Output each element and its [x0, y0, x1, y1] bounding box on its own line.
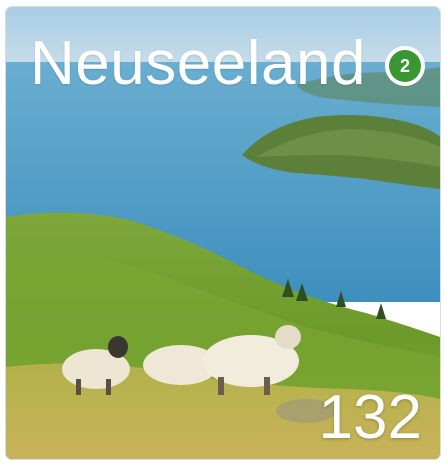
tile-title: Neuseeland [30, 29, 366, 98]
count-badge: 2 [385, 46, 425, 86]
badge-count: 2 [389, 50, 421, 82]
destination-tile[interactable]: Neuseeland 2 132 [6, 7, 440, 459]
item-count: 132 [318, 383, 422, 452]
